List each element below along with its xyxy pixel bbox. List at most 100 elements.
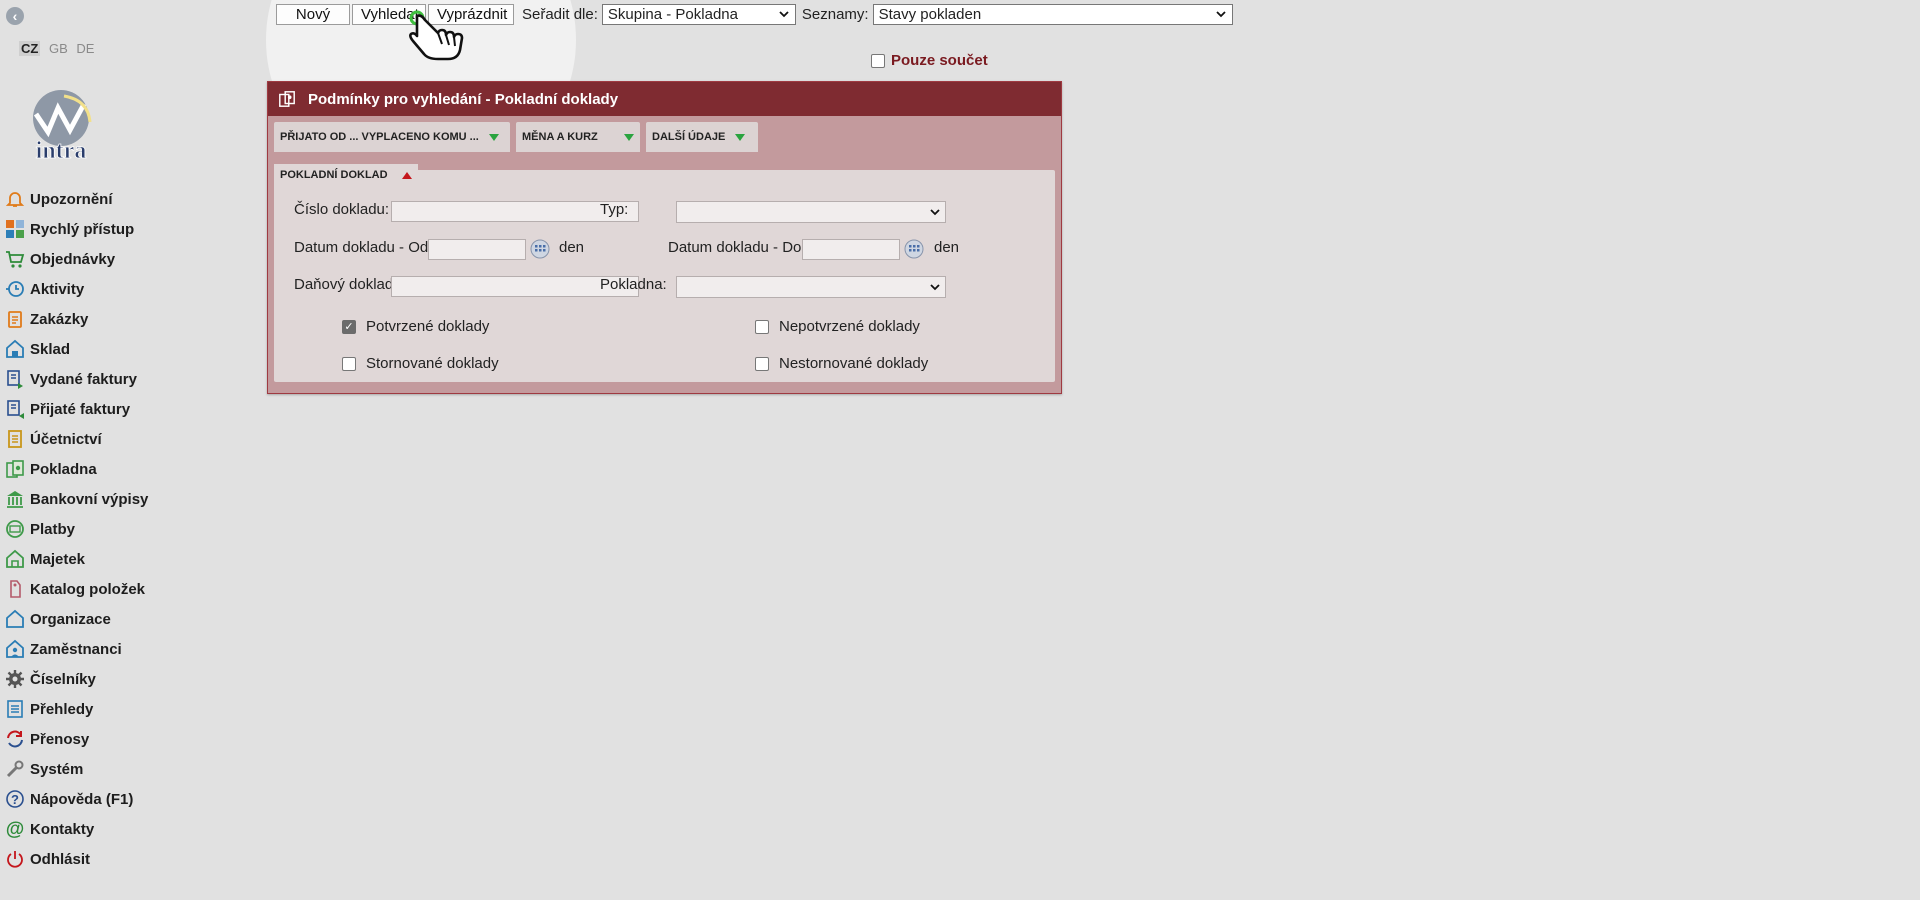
sum-only-checkbox[interactable] <box>871 53 885 68</box>
clear-button[interactable]: Vyprázdnit <box>428 3 514 25</box>
date-from-unit: den <box>559 239 585 256</box>
nav-item-zakazky[interactable]: Zakázky <box>0 304 148 334</box>
nav-item-platby[interactable]: Platby <box>0 514 148 544</box>
cashbox-icon <box>279 91 295 107</box>
lists-select-value: Stavy pokladen <box>878 5 982 23</box>
nav-item-system[interactable]: Systém <box>0 754 148 784</box>
tab-received-paid[interactable]: PŘIJATO OD ... VYPLACENO KOMU ... <box>274 122 510 152</box>
nav-item-katalog-polozek[interactable]: Katalog položek <box>0 574 148 604</box>
nav-item-objednavky[interactable]: Objednávky <box>0 244 148 274</box>
nav-item-napoveda[interactable]: ? Nápověda (F1) <box>0 784 148 814</box>
section-header-cash-document[interactable]: POKLADNÍ DOKLAD <box>274 164 418 186</box>
nav-item-vydane-faktury[interactable]: Vydané faktury <box>0 364 148 394</box>
chevron-down-icon <box>930 284 940 291</box>
back-button[interactable]: ‹ <box>6 7 24 25</box>
property-icon <box>0 547 30 571</box>
chevron-down-icon <box>930 209 940 216</box>
svg-text:intra: intra <box>36 138 87 162</box>
clock-icon <box>0 277 30 301</box>
chevron-down-icon <box>1215 11 1226 18</box>
nav-item-ucetnictvi[interactable]: Účetnictví <box>0 424 148 454</box>
calendar-icon[interactable] <box>904 239 924 259</box>
organization-icon <box>0 607 30 631</box>
nav-item-aktivity[interactable]: Aktivity <box>0 274 148 304</box>
date-to-input[interactable] <box>802 239 900 260</box>
lang-gb[interactable]: GB <box>49 41 68 56</box>
clipboard-icon <box>0 307 30 331</box>
panel-title: Podmínky pro vyhledání - Pokladní doklad… <box>308 90 619 108</box>
expand-triangle-icon <box>735 133 746 141</box>
nav-item-majetek[interactable]: Majetek <box>0 544 148 574</box>
report-icon <box>0 697 30 721</box>
nav-item-prehledy[interactable]: Přehledy <box>0 694 148 724</box>
lang-cz[interactable]: CZ <box>19 41 41 56</box>
cash-document-section: POKLADNÍ DOKLAD Číslo dokladu: Typ: Datu… <box>274 164 1055 382</box>
nav-item-rychly-pristup[interactable]: Rychlý přístup <box>0 214 148 244</box>
search-button[interactable]: Vyhledat <box>352 3 426 25</box>
tax-doc-label: Daňový doklad: <box>294 276 398 293</box>
sum-only-option[interactable]: Pouze součet <box>871 52 988 69</box>
sort-select[interactable]: Skupina - Pokladna <box>601 3 796 25</box>
doc-number-label: Číslo dokladu: <box>294 201 390 218</box>
search-conditions-panel: Podmínky pro vyhledání - Pokladní doklad… <box>267 81 1062 394</box>
intra-logo: intra <box>33 90 92 162</box>
nav-item-organizace[interactable]: Organizace <box>0 604 148 634</box>
confirmed-docs-option[interactable]: ✓ Potvrzené doklady <box>342 318 489 335</box>
nav-item-ciselniky[interactable]: Číselníky <box>0 664 148 694</box>
date-to-unit: den <box>934 239 960 256</box>
payment-icon <box>0 517 30 541</box>
sort-select-value: Skupina - Pokladna <box>607 5 738 23</box>
bank-icon <box>0 487 30 511</box>
nav-item-zamestnanci[interactable]: Zaměstnanci <box>0 634 148 664</box>
calendar-icon[interactable] <box>530 239 550 259</box>
invoice-out-icon <box>0 367 30 391</box>
lists-label: Seznamy: <box>801 5 869 23</box>
lang-de[interactable]: DE <box>76 41 94 56</box>
tab-currency-rate[interactable]: MĚNA A KURZ <box>516 122 640 152</box>
not-cancelled-docs-option[interactable]: Nestornované doklady <box>755 355 928 372</box>
confirmed-docs-checkbox[interactable]: ✓ <box>342 319 356 334</box>
help-icon: ? <box>0 787 30 811</box>
expand-triangle-icon <box>488 133 499 141</box>
expand-triangle-icon <box>624 133 634 141</box>
sync-icon <box>0 727 30 751</box>
unconfirmed-docs-option[interactable]: Nepotvrzené doklady <box>755 318 920 335</box>
not-cancelled-docs-checkbox[interactable] <box>755 356 769 371</box>
cancelled-docs-option[interactable]: Stornované doklady <box>342 355 499 372</box>
unconfirmed-docs-checkbox[interactable] <box>755 319 769 334</box>
cashbox-select[interactable] <box>676 276 946 298</box>
cashbox-label: Pokladna: <box>600 276 667 293</box>
gear-icon <box>0 667 30 691</box>
tab-other-data[interactable]: DALŠÍ ÚDAJE <box>646 122 758 152</box>
tag-icon <box>0 577 30 601</box>
main-navigation: Upozornění Rychlý přístup Objednávky Akt… <box>0 184 148 874</box>
type-select[interactable] <box>676 201 946 223</box>
nav-item-kontakty[interactable]: @ Kontakty <box>0 814 148 844</box>
date-from-label: Datum dokladu - Od: <box>294 239 433 256</box>
nav-item-upozorneni[interactable]: Upozornění <box>0 184 148 214</box>
svg-text:?: ? <box>11 792 19 807</box>
bell-icon <box>0 187 30 211</box>
language-switcher: CZ GB DE <box>19 41 99 56</box>
lists-select[interactable]: Stavy pokladen <box>872 3 1233 25</box>
ledger-icon <box>0 427 30 451</box>
nav-item-prijate-faktury[interactable]: Přijaté faktury <box>0 394 148 424</box>
type-label: Typ: <box>600 201 629 218</box>
power-icon <box>0 847 30 871</box>
nav-item-sklad[interactable]: Sklad <box>0 334 148 364</box>
nav-item-prenosy[interactable]: Přenosy <box>0 724 148 754</box>
new-button[interactable]: Nový <box>276 3 350 25</box>
chevron-down-icon <box>779 11 789 18</box>
toolbar: Nový Vyhledat Vyprázdnit Seřadit dle: Sk… <box>276 3 1233 25</box>
nav-item-bankovni-vypisy[interactable]: Bankovní výpisy <box>0 484 148 514</box>
cart-icon <box>0 247 30 271</box>
collapse-triangle-icon <box>401 171 412 179</box>
cancelled-docs-checkbox[interactable] <box>342 356 356 371</box>
tiles-icon <box>0 217 30 241</box>
nav-item-odhlasit[interactable]: Odhlásit <box>0 844 148 874</box>
employees-icon <box>0 637 30 661</box>
nav-item-pokladna[interactable]: Pokladna <box>0 454 148 484</box>
at-icon: @ <box>0 817 30 841</box>
sum-only-label: Pouze součet <box>891 52 988 69</box>
date-from-input[interactable] <box>428 239 526 260</box>
